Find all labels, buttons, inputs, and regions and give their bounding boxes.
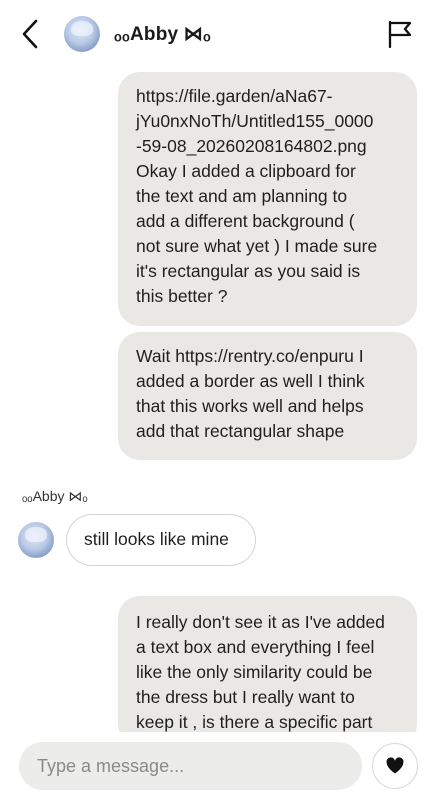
message-input[interactable] (19, 742, 362, 790)
back-button[interactable] (16, 14, 48, 54)
chevron-left-icon (22, 19, 38, 49)
report-button[interactable] (384, 18, 416, 50)
received-message[interactable]: still looks like mine (66, 514, 256, 566)
sent-message[interactable]: Wait https://rentry.co/enpuru I added a … (118, 332, 417, 460)
like-button[interactable] (372, 743, 418, 789)
contact-name[interactable]: ₒₒAbby ⋈ₒ (114, 23, 211, 46)
chat-header: ₒₒAbby ⋈ₒ (0, 0, 437, 68)
composer-bar (0, 732, 437, 800)
sender-name-label: ₒₒAbby ⋈ₒ (22, 488, 88, 504)
sent-message[interactable]: I really don't see it as I've added a te… (118, 596, 417, 746)
sender-avatar[interactable] (18, 522, 54, 558)
heart-icon (386, 757, 404, 774)
contact-avatar[interactable] (64, 16, 100, 52)
sent-message[interactable]: https://file.garden/aNa67- jYu0nxNoTh/Un… (118, 72, 417, 326)
flag-icon (388, 20, 412, 49)
